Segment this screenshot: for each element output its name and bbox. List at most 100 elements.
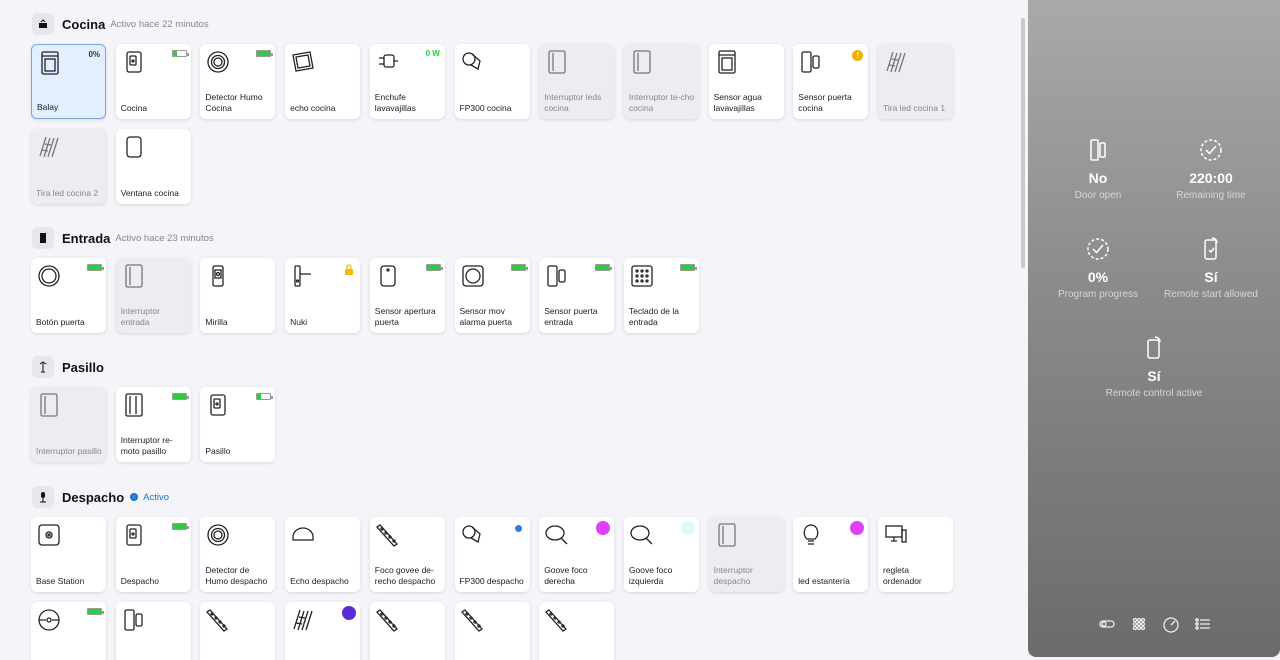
device-tile[interactable]: led estantería	[793, 517, 869, 592]
device-tile[interactable]: Interruptor re-moto pasillo	[115, 387, 191, 462]
smart-plug-icon	[121, 522, 147, 548]
device-tile[interactable]: Interruptor te-cho cocina	[623, 44, 699, 119]
device-tile[interactable]: Sensor aqara	[115, 602, 191, 660]
light-color-indicator	[514, 525, 522, 532]
device-tile[interactable]: Vacio 3	[454, 602, 530, 660]
window-sensor-icon	[121, 134, 147, 160]
device-label: Interruptor pasillo	[36, 445, 102, 456]
device-tile[interactable]: vacio 4	[539, 602, 615, 660]
battery-icon	[595, 264, 613, 271]
presence-sensor-icon	[460, 522, 486, 548]
device-tile[interactable]: Foco govee de-recho despacho	[369, 517, 445, 592]
device-tile[interactable]: Sensor apertura puerta	[369, 258, 445, 333]
switch-icon	[544, 49, 570, 75]
device-tile[interactable]: 0% Balay	[31, 44, 106, 119]
device-label: Enchufe lavavajillas	[374, 92, 416, 113]
led-strip-icon	[883, 49, 909, 75]
main-scrollbar[interactable]	[1021, 18, 1025, 268]
room-name: Entrada	[62, 230, 111, 246]
desk-chair-icon	[32, 486, 54, 508]
room-name: Despacho	[62, 489, 125, 505]
device-tile[interactable]: Base Station	[31, 517, 106, 592]
device-tile[interactable]: Interruptor pasillo	[31, 387, 106, 462]
device-tile[interactable]: 0 W Enchufe lavavajillas	[369, 44, 445, 119]
device-label: Despacho	[120, 575, 159, 586]
device-tile[interactable]: Interruptor entrada	[115, 258, 191, 333]
device-label: Interruptor despacho	[713, 565, 753, 586]
room-name: Pasillo	[62, 359, 104, 375]
device-dashboard: Cocina Activo hace 22 minutos 0% Balay Cocin…	[0, 0, 1028, 660]
base-station-icon	[36, 522, 62, 548]
bulb-icon	[798, 522, 824, 548]
device-tile[interactable]: Cocina	[115, 44, 191, 119]
device-tile[interactable]: Sensor puerta entrada	[539, 258, 615, 333]
room-name: Cocina	[62, 16, 106, 32]
battery-icon	[171, 50, 189, 57]
device-tile[interactable]: Detector de Humo despacho	[200, 517, 276, 592]
stat-value: Sí	[1147, 368, 1161, 384]
device-label: Balay	[37, 101, 59, 112]
device-label: Goove foco izquierda	[628, 565, 673, 586]
device-label: Mirilla	[205, 316, 228, 327]
device-tile[interactable]: Tira led cocina 1	[878, 44, 953, 119]
timer-check-icon	[1151, 136, 1271, 164]
active-dot-icon	[130, 493, 139, 501]
smart-plug-icon	[205, 392, 231, 418]
device-tile[interactable]: Mirilla	[200, 258, 276, 333]
room-status: Activo hace 22 minutos	[110, 18, 209, 30]
door-sensor-icon	[544, 263, 570, 289]
room-header[interactable]: Cocina Activo hace 22 minutos	[32, 12, 209, 36]
device-label: Sensor mov alarma puerta	[459, 306, 512, 327]
device-tile[interactable]: Echo despacho	[285, 517, 361, 592]
echo-show-icon	[290, 49, 316, 75]
cooking-pot-icon	[32, 13, 54, 35]
light-color-indicator	[596, 521, 611, 535]
device-tile[interactable]: Detector Humo Cocina	[200, 44, 276, 119]
device-tile[interactable]: Sensor mov alarma puerta	[454, 258, 530, 333]
gauge-icon[interactable]	[1162, 615, 1180, 633]
toggle-icon[interactable]	[1098, 615, 1116, 633]
device-tile[interactable]: Ventana cocina	[115, 129, 191, 204]
switch-icon	[36, 392, 62, 418]
device-tile[interactable]: Tira led cocina 2	[31, 129, 106, 204]
device-tile[interactable]: Despacho	[115, 517, 191, 592]
device-tile[interactable]: Interruptor despacho	[708, 517, 784, 592]
device-tile[interactable]: Interruptor leds cocina	[539, 44, 615, 119]
device-tile[interactable]: Pasillo	[200, 387, 276, 462]
device-label: Cocina	[120, 102, 148, 113]
stat-remote-start: Sí Remote start allowed	[1151, 235, 1271, 300]
device-tile[interactable]	[369, 602, 445, 660]
spotlight-icon	[629, 522, 655, 548]
device-label: Goove foco derecha	[544, 565, 588, 586]
device-tile[interactable]: regleta ordenador	[878, 517, 953, 592]
device-label: Sensor puerta cocina	[798, 92, 852, 113]
device-label: Ventana cocina	[120, 187, 179, 198]
device-label: Tira led cocina 1	[883, 102, 946, 113]
device-tile[interactable]: Sensor agua lavavajillas	[708, 44, 784, 119]
door-icon	[32, 227, 54, 249]
smart-plug-icon	[121, 49, 147, 75]
room-header[interactable]: Pasillo	[32, 355, 104, 379]
battery-icon	[87, 264, 104, 271]
device-tile[interactable]: Teclado de la entrada	[623, 258, 699, 333]
list-icon[interactable]	[1194, 615, 1212, 633]
device-tile[interactable]: FP300 despacho	[454, 517, 530, 592]
room-header[interactable]: Despacho Activo	[32, 485, 169, 509]
room-header[interactable]: Entrada Activo hace 23 minutos	[32, 226, 214, 250]
device-tile[interactable]: Goove foco derecha	[539, 517, 615, 592]
device-tile[interactable]: Tira led innr	[285, 602, 361, 660]
device-tile[interactable]: Goove foco izquierda	[623, 517, 699, 592]
battery-icon	[171, 523, 189, 530]
device-tile[interactable]	[31, 602, 106, 660]
device-tile[interactable]: Tira led	[200, 602, 276, 660]
door-open-icon	[1038, 136, 1158, 164]
device-tile[interactable]: FP300 cocina	[454, 44, 530, 119]
stat-value: Sí	[1204, 269, 1218, 285]
device-tile[interactable]: Botón puerta	[31, 258, 106, 333]
device-tile[interactable]: ! Sensor puerta cocina	[793, 44, 869, 119]
device-tile[interactable]: Nuki	[285, 258, 361, 333]
device-label: Echo despacho	[290, 575, 349, 586]
battery-icon	[256, 393, 274, 400]
device-tile[interactable]: echo cocina	[285, 44, 361, 119]
grid-icon[interactable]	[1130, 615, 1148, 633]
